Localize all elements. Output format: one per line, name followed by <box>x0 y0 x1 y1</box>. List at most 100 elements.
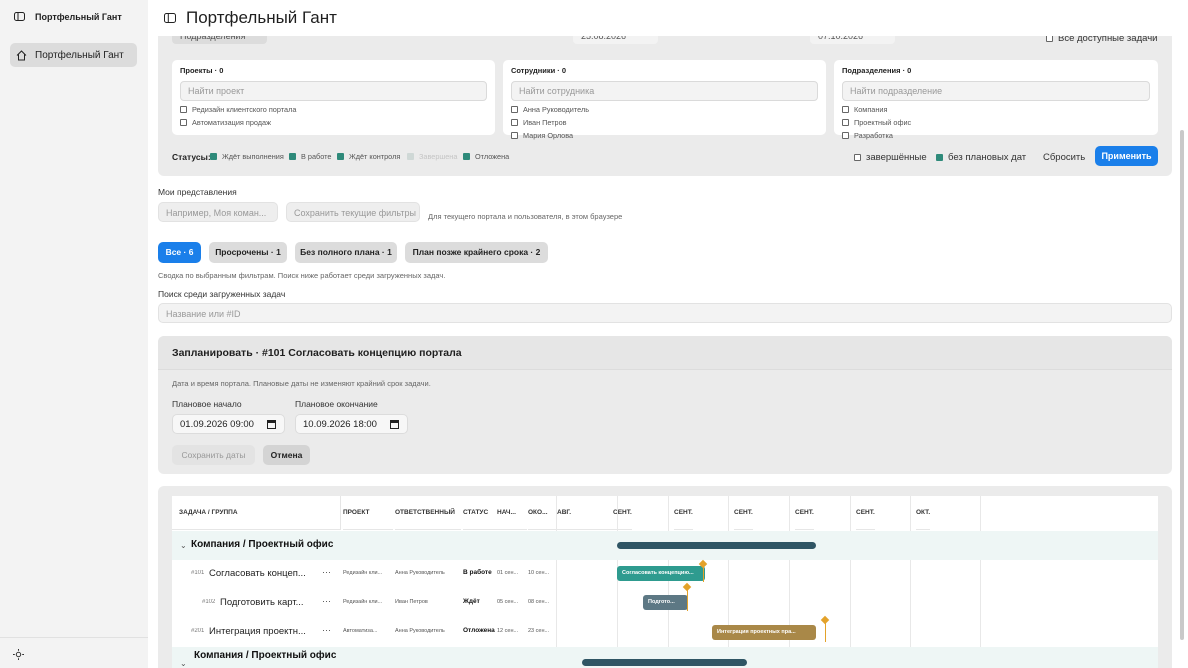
more-icon[interactable]: ⋯ <box>322 625 331 636</box>
plan-end-value: 10.09.2026 18:00 <box>303 419 377 430</box>
more-icon[interactable]: ⋯ <box>322 567 331 578</box>
employee-option-label: Мария Орлова <box>523 131 574 140</box>
task-name: Согласовать концеп... <box>209 568 306 579</box>
departments-card: Подразделения · 0 Найти подразделение Ко… <box>834 60 1158 140</box>
main-area: Портфельный Гант Подразделения 25.08.202… <box>148 0 1188 668</box>
employee-option-label: Иван Петров <box>523 118 567 127</box>
panel-toggle-icon[interactable] <box>164 12 176 24</box>
table-row[interactable]: #102 Подготовить карт... ⋯ Редизайн кли.… <box>172 582 1158 618</box>
scrollbar[interactable] <box>1180 130 1184 640</box>
status-control[interactable]: Ждёт контроля <box>337 152 400 161</box>
checkbox-icon <box>180 106 187 113</box>
cancel-button[interactable]: Отмена <box>263 445 310 465</box>
chip-all[interactable]: Все · 6 <box>158 242 201 263</box>
filter-panel: Подразделения 25.08.2026 07.10.2026 Все … <box>158 28 1172 176</box>
home-icon <box>16 49 27 60</box>
plan-start-value: 01.09.2026 09:00 <box>180 419 254 430</box>
employee-option[interactable]: Анна Руководитель <box>511 105 818 114</box>
project-option[interactable]: Автоматизация продаж <box>180 118 487 127</box>
save-dates-button[interactable]: Сохранить даты <box>172 445 255 465</box>
plan-panel: Запланировать · #101 Согласовать концепц… <box>158 336 1172 474</box>
project-search-input[interactable]: Найти проект <box>180 81 487 101</box>
employee-option-label: Анна Руководитель <box>523 105 590 114</box>
checkbox-icon <box>511 119 518 126</box>
col-owner: ОТВЕТСТВЕННЫЙ <box>395 496 461 530</box>
employee-option[interactable]: Иван Петров <box>511 118 818 127</box>
theme-toggle-icon[interactable] <box>13 647 24 665</box>
task-end: 23 сен... <box>528 628 550 634</box>
chevron-down-icon[interactable]: ⌄ <box>180 659 187 668</box>
checkbox-icon <box>854 154 861 161</box>
employee-search-input[interactable]: Найти сотрудника <box>511 81 818 101</box>
more-icon[interactable]: ⋯ <box>322 596 331 607</box>
plan-note: Дата и время портала. Плановые даты не и… <box>172 379 431 388</box>
month-label: АВГ. <box>557 496 617 530</box>
status-badge: Ждёт <box>459 596 495 607</box>
status-waiting[interactable]: Ждёт выполнения <box>210 152 284 161</box>
group-row[interactable]: ⌄ Компания / Проектный офис <box>172 647 1158 668</box>
table-row[interactable]: #101 Согласовать концеп... ⋯ Редизайн кл… <box>172 559 1158 589</box>
department-option-label: Разработка <box>854 131 893 140</box>
checkbox-icon <box>463 153 470 160</box>
table-row[interactable]: #201 Интеграция проектн... ⋯ Автоматиза.… <box>172 615 1158 647</box>
chip-late-plan[interactable]: План позже крайнего срока · 2 <box>405 242 548 263</box>
nav-item-label: Портфельный Гант <box>35 49 124 61</box>
completed-label: завершённые <box>866 152 927 163</box>
view-name-input[interactable]: Например, Моя коман... <box>158 202 278 222</box>
departments-title: Подразделения · 0 <box>842 66 912 75</box>
task-search-input[interactable]: Название или #ID <box>158 303 1172 323</box>
panel-toggle-icon[interactable] <box>14 11 25 22</box>
group-label: Компания / Проектный офис <box>194 650 337 661</box>
plan-title: Запланировать · #101 Согласовать концепц… <box>158 336 1172 370</box>
status-badge: Отложена <box>459 625 495 636</box>
sidebar: Портфельный Гант Портфельный Гант <box>0 0 148 668</box>
status-label: Ждёт выполнения <box>222 152 284 161</box>
gantt-table: ЗАДАЧА / ГРУППА ПРОЕКТ ОТВЕТСТВЕННЫЙ СТА… <box>172 496 1158 668</box>
plan-start-input[interactable]: 01.09.2026 09:00 <box>172 414 285 434</box>
views-title: Мои представления <box>158 187 237 197</box>
task-owner: Анна Руководитель <box>395 628 445 634</box>
status-postponed[interactable]: Отложена <box>463 152 509 161</box>
search-label: Поиск среди загруженных задач <box>158 289 286 299</box>
chip-overdue[interactable]: Просрочены · 1 <box>209 242 287 263</box>
status-label: В работе <box>301 152 332 161</box>
checkbox-icon <box>842 119 849 126</box>
top-bar: Портфельный Гант <box>148 0 1188 36</box>
task-bar[interactable]: Подгото... <box>643 595 688 610</box>
chevron-down-icon[interactable]: ⌄ <box>180 541 187 550</box>
month-label: СЕНТ. <box>734 496 753 530</box>
gantt-panel: ЗАДАЧА / ГРУППА ПРОЕКТ ОТВЕТСТВЕННЫЙ СТА… <box>158 486 1172 668</box>
status-done: Завершена <box>407 152 457 161</box>
reset-button[interactable]: Сбросить <box>1043 152 1085 163</box>
department-search-input[interactable]: Найти подразделение <box>842 81 1150 101</box>
save-view-button[interactable]: Сохранить текущие фильтры <box>286 202 420 222</box>
plan-start-label: Плановое начало <box>172 399 242 409</box>
status-in-progress[interactable]: В работе <box>289 152 331 161</box>
department-option[interactable]: Компания <box>842 105 1150 114</box>
completed-checkbox[interactable]: завершённые <box>854 152 927 163</box>
group-summary-bar <box>582 659 747 666</box>
checkbox-icon <box>210 153 217 160</box>
project-option-label: Редизайн клиентского портала <box>192 105 297 114</box>
sidebar-footer <box>0 637 148 668</box>
nav-item-portfolio-gantt[interactable]: Портфельный Гант <box>10 43 137 67</box>
employee-option[interactable]: Мария Орлова <box>511 131 818 140</box>
chip-no-plan[interactable]: Без полного плана · 1 <box>295 242 397 263</box>
calendar-icon <box>267 420 276 429</box>
apply-button[interactable]: Применить <box>1095 146 1158 166</box>
task-start: 12 сен... <box>497 628 519 634</box>
task-bar[interactable]: Согласовать концепцию... <box>617 566 705 581</box>
department-option[interactable]: Проектный офис <box>842 118 1150 127</box>
group-row[interactable]: ⌄ Компания / Проектный офис <box>172 531 1158 560</box>
status-label: Завершена <box>419 152 458 161</box>
task-bar[interactable]: Интеграция проектных пра... <box>712 625 816 640</box>
month-label: СЕНТ. <box>795 496 814 530</box>
plan-end-input[interactable]: 10.09.2026 18:00 <box>295 414 408 434</box>
calendar-icon <box>390 420 399 429</box>
department-option[interactable]: Разработка <box>842 131 1150 140</box>
statuses-label: Статусы: <box>172 152 211 162</box>
month-label: СЕНТ. <box>856 496 875 530</box>
col-start: НАЧ... <box>497 496 527 530</box>
no-dates-checkbox[interactable]: без плановых дат <box>936 152 1026 163</box>
project-option[interactable]: Редизайн клиентского портала <box>180 105 487 114</box>
